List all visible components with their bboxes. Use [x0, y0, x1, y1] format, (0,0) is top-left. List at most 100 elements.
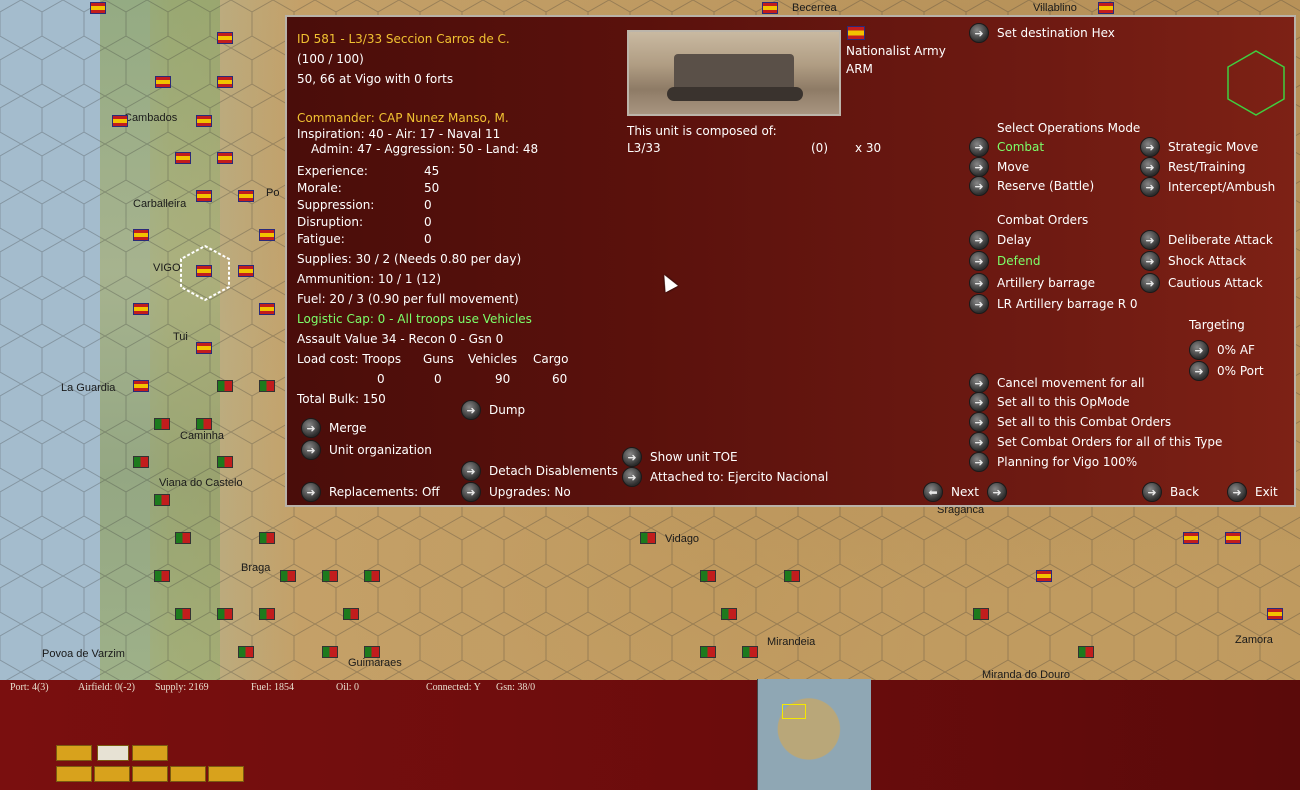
minimap[interactable]	[757, 679, 871, 790]
upgrades-toggle[interactable]: ➜ Upgrades: No	[461, 482, 571, 502]
order-cautious-attack-button[interactable]: ➜ Cautious Attack	[1140, 273, 1263, 293]
ammunition-line: Ammunition: 10 / 1 (12)	[297, 272, 441, 286]
opmode-combat-button[interactable]: ➜ Combat	[969, 137, 1044, 157]
composition-item-name[interactable]: L3/33	[627, 141, 661, 155]
unit-counter-portugal[interactable]	[700, 570, 716, 582]
hex-counter-hq-icon[interactable]	[208, 766, 244, 782]
unit-counter-nationalist[interactable]	[133, 380, 149, 392]
merge-button[interactable]: ➜ Merge	[301, 418, 366, 438]
unit-counter-portugal[interactable]	[259, 380, 275, 392]
unit-counter-nationalist[interactable]	[1098, 2, 1114, 14]
unit-counter-portugal[interactable]	[217, 380, 233, 392]
hex-counter-truck-icon[interactable]	[94, 766, 130, 782]
unit-counter-portugal[interactable]	[322, 570, 338, 582]
unit-counter-portugal[interactable]	[364, 646, 380, 658]
unit-counter-nationalist[interactable]	[196, 342, 212, 354]
unit-counter-portugal[interactable]	[364, 570, 380, 582]
order-lr-artillery-barrage-button[interactable]: ➜ LR Artillery barrage R 0	[969, 294, 1138, 314]
minimap-viewport[interactable]	[782, 704, 806, 719]
replacements-toggle[interactable]: ➜ Replacements: Off	[301, 482, 440, 502]
unit-counter-nationalist[interactable]	[238, 190, 254, 202]
opmode-reserve-button[interactable]: ➜ Reserve (Battle)	[969, 176, 1094, 196]
unit-counter-nationalist[interactable]	[133, 303, 149, 315]
opmode-intercept-ambush-button[interactable]: ➜ Intercept/Ambush	[1140, 177, 1275, 197]
arrow-right-icon: ➜	[1140, 177, 1160, 197]
unit-counter-portugal[interactable]	[217, 456, 233, 468]
unit-counter-portugal[interactable]	[154, 418, 170, 430]
unit-counter-portugal[interactable]	[700, 646, 716, 658]
planning-button[interactable]: ➜ Planning for Vigo 100%	[969, 452, 1137, 472]
unit-counter-nationalist[interactable]	[1036, 570, 1052, 582]
dump-button[interactable]: ➜ Dump	[461, 400, 525, 420]
unit-counter-nationalist[interactable]	[155, 76, 171, 88]
unit-counter-portugal[interactable]	[280, 570, 296, 582]
unit-counter-portugal[interactable]	[154, 494, 170, 506]
show-unit-toe-button[interactable]: ➜ Show unit TOE	[622, 447, 738, 467]
unit-counter-nationalist[interactable]	[112, 115, 128, 127]
unit-counter-portugal[interactable]	[154, 570, 170, 582]
unit-counter-portugal[interactable]	[343, 608, 359, 620]
detach-disablements-button[interactable]: ➜ Detach Disablements	[461, 461, 618, 481]
targeting-af-button[interactable]: ➜ 0% AF	[1189, 340, 1255, 360]
unit-counter-portugal[interactable]	[784, 570, 800, 582]
order-deliberate-attack-button[interactable]: ➜ Deliberate Attack	[1140, 230, 1273, 250]
unit-counter-portugal[interactable]	[133, 456, 149, 468]
order-defend-button[interactable]: ➜ Defend	[969, 251, 1040, 271]
unit-counter-portugal[interactable]	[973, 608, 989, 620]
commander-name[interactable]: Commander: CAP Nunez Manso, M.	[297, 111, 509, 125]
order-artillery-barrage-button[interactable]: ➜ Artillery barrage	[969, 273, 1095, 293]
unit-counter-portugal[interactable]	[175, 532, 191, 544]
unit-organization-button[interactable]: ➜ Unit organization	[301, 440, 432, 460]
unit-strength: (100 / 100)	[297, 52, 364, 66]
unit-counter-portugal[interactable]	[742, 646, 758, 658]
unit-counter-nationalist[interactable]	[259, 229, 275, 241]
order-shock-attack-button[interactable]: ➜ Shock Attack	[1140, 251, 1246, 271]
next-unit-button[interactable]: ⬅ Next ➜	[923, 482, 1007, 502]
unit-counter-nationalist[interactable]	[1183, 532, 1199, 544]
unit-counter-portugal[interactable]	[259, 532, 275, 544]
cancel-movement-all-button[interactable]: ➜ Cancel movement for all	[969, 373, 1145, 393]
hex-counter-support-icon[interactable]	[170, 766, 206, 782]
unit-counter-nationalist[interactable]	[196, 190, 212, 202]
hex-counter-infantry-icon[interactable]	[56, 766, 92, 782]
attached-to-button[interactable]: ➜ Attached to: Ejercito Nacional	[622, 467, 828, 487]
arrow-right-icon: ➜	[969, 432, 989, 452]
unit-counter-portugal[interactable]	[640, 532, 656, 544]
opmode-strategic-move-button[interactable]: ➜ Strategic Move	[1140, 137, 1258, 157]
unit-counter-portugal[interactable]	[1078, 646, 1094, 658]
set-combat-orders-type-button[interactable]: ➜ Set Combat Orders for all of this Type	[969, 432, 1222, 452]
unit-counter-nationalist[interactable]	[90, 2, 106, 14]
unit-counter-portugal[interactable]	[196, 418, 212, 430]
set-all-opmode-button[interactable]: ➜ Set all to this OpMode	[969, 392, 1130, 412]
unit-counter-nationalist[interactable]	[1225, 532, 1241, 544]
targeting-port-button[interactable]: ➜ 0% Port	[1189, 361, 1264, 381]
unit-counter-portugal[interactable]	[721, 608, 737, 620]
unit-counter-nationalist[interactable]	[1267, 608, 1283, 620]
unit-counter-nationalist[interactable]	[175, 152, 191, 164]
unit-counter-nationalist[interactable]	[259, 303, 275, 315]
unit-counter-nationalist[interactable]	[217, 76, 233, 88]
set-destination-hex-button[interactable]: ➜ Set destination Hex	[969, 23, 1115, 43]
hex-counter-unit-icon[interactable]	[132, 745, 168, 761]
unit-counter-portugal[interactable]	[238, 646, 254, 658]
selected-hex-vigo[interactable]	[175, 243, 235, 303]
set-all-combat-orders-button[interactable]: ➜ Set all to this Combat Orders	[969, 412, 1171, 432]
unit-counter-nationalist[interactable]	[196, 115, 212, 127]
unit-counter-nationalist[interactable]	[238, 265, 254, 277]
hex-counter-armor-icon[interactable]	[56, 745, 92, 761]
hex-counter-naval-icon[interactable]	[97, 745, 129, 761]
hex-counter-artillery-icon[interactable]	[132, 766, 168, 782]
unit-counter-nationalist[interactable]	[762, 2, 778, 14]
opmode-rest-training-button[interactable]: ➜ Rest/Training	[1140, 157, 1246, 177]
unit-counter-portugal[interactable]	[175, 608, 191, 620]
unit-counter-nationalist[interactable]	[217, 152, 233, 164]
order-delay-button[interactable]: ➜ Delay	[969, 230, 1031, 250]
opmode-move-button[interactable]: ➜ Move	[969, 157, 1029, 177]
unit-counter-nationalist[interactable]	[133, 229, 149, 241]
unit-counter-portugal[interactable]	[217, 608, 233, 620]
unit-counter-portugal[interactable]	[322, 646, 338, 658]
back-button[interactable]: ➜ Back	[1142, 482, 1199, 502]
unit-counter-portugal[interactable]	[259, 608, 275, 620]
unit-counter-nationalist[interactable]	[217, 32, 233, 44]
exit-button[interactable]: ➜ Exit	[1227, 482, 1278, 502]
